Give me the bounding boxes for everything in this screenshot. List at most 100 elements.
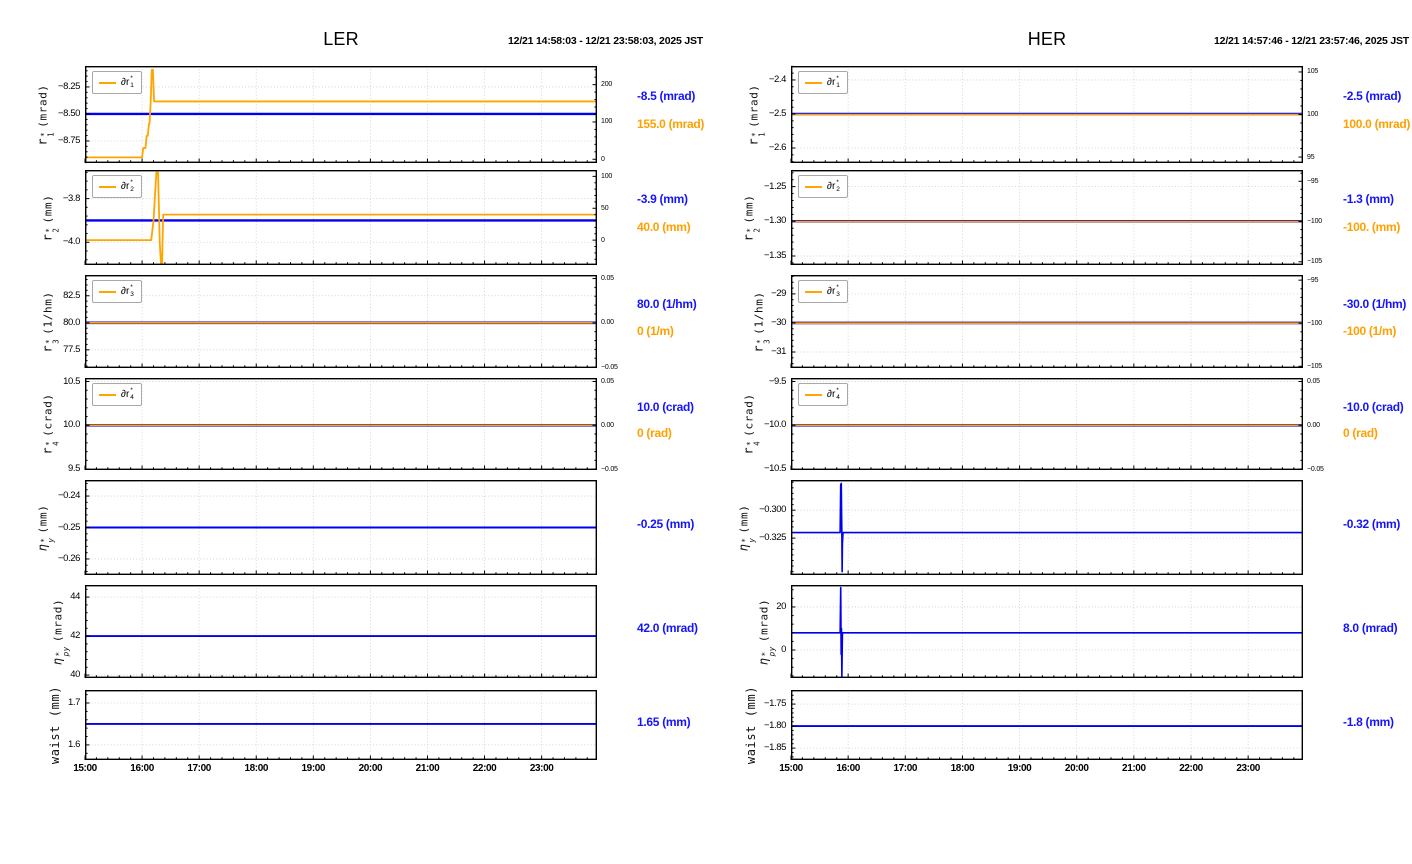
gridlines: [791, 690, 1303, 760]
ler-plot-r2-legend-label-script-sub: 2: [130, 185, 134, 193]
her-xaxis-tick-label: 20:00: [1064, 763, 1089, 774]
ler-xaxis-tick-label: 16:00: [130, 763, 154, 774]
her-plot-eta-py-ytick-label: 0: [781, 644, 786, 655]
her-plot-r2-legend-line-sample: [805, 185, 822, 188]
her-plot-r3-value-readout-orange: -100 (1/m): [1343, 323, 1397, 338]
ler-plot-r3-right-ytick-label: 0.00: [601, 319, 614, 327]
her-plot-r4-legend-label: ∂r * 4: [827, 387, 840, 402]
ler-plot-r3-legend-label-base: ∂r: [121, 286, 130, 297]
ler-plot-r4-yaxis-label-base: r: [40, 446, 55, 455]
her-plot-r2-yaxis-label-script: * 2: [746, 226, 762, 233]
her-plot-r1-legend: ∂r * 1: [798, 71, 848, 94]
plot-border: [790, 479, 1304, 575]
ler-plot-r2-legend-line-sample: [99, 185, 116, 188]
her-plot-r3-canvas: [790, 274, 1304, 368]
ler-plot-r4-right-ytick-label: −0.05: [601, 465, 618, 473]
her-plot-eta-y-ytick-label: −0.300: [759, 504, 786, 516]
ler-plot-r4-canvas: [84, 377, 598, 470]
her-plot-r2-ytick-label: −1.30: [763, 215, 786, 227]
ler-plot-r2-value-readout-blue: -3.9 (mm): [637, 192, 688, 207]
her-plot-r1-legend-line-sample: [805, 81, 822, 84]
her-plot-r3-yaxis-label-script: * 3: [756, 338, 772, 344]
axis-ticks: [84, 694, 588, 760]
her-plot-eta-y-yaxis-label-base: η: [736, 543, 751, 551]
ler-plot-r1-right-ytick-label: 200: [601, 81, 613, 89]
ler-plot-r1-ytick-label: −8.25: [57, 80, 80, 92]
her-plot-r2-canvas: [790, 169, 1304, 265]
ler-plot-r4-legend-label-base: ∂r: [121, 389, 130, 400]
ler-plot-r1-ytick-label: −8.75: [57, 134, 80, 146]
ler-plot-r3-legend: ∂r * 3: [92, 280, 142, 303]
ler-xaxis-tick-label: 21:00: [415, 763, 440, 774]
ler-plot-r4-legend-label-script: * 4: [130, 387, 134, 402]
her-plot-r4-legend-line-sample: [805, 393, 822, 396]
ler-plot-r4-value-readout-orange: 0 (rad): [637, 426, 672, 441]
her-plot-r4-right-ytick-label: 0.05: [1307, 378, 1320, 385]
her-plot-r2-yaxis-label-script-sub: 2: [752, 226, 762, 233]
her-plot-r4-value-readout-orange: 0 (rad): [1343, 426, 1378, 441]
ler-plot-r4-ytick-label: 9.5: [67, 463, 80, 475]
ler-plot-eta-y-yaxis-label-base: η: [35, 543, 50, 551]
ler-plot-r1-legend-line-sample: [99, 81, 116, 84]
ler-plot-eta-y-ytick-label: −0.24: [57, 490, 80, 502]
her-plot-eta-y-value-readout-blue: -0.32 (mm): [1343, 516, 1401, 531]
her-plot-r4-yaxis-label-base: r: [741, 446, 756, 455]
axis-ticks: [790, 481, 1295, 575]
her-plot-r2-ytick-label: −1.25: [763, 180, 786, 192]
her-plot-r4-legend-label-script-sub: 4: [836, 393, 840, 401]
her-plot-r3-right-ytick-label: −95: [1307, 276, 1319, 284]
her-plot-r2-value-readout-orange: -100. (mm): [1343, 220, 1401, 234]
her-plot-r1-value-readout-orange: 100.0 (mrad): [1343, 117, 1411, 132]
her-plot-r1-canvas: [790, 65, 1304, 163]
ler-timerange: 12/21 14:58:03 - 12/21 23:58:03, 2025 JS…: [508, 35, 703, 47]
ler-xaxis-tick-label: 18:00: [244, 763, 269, 774]
ler-panel: LER 12/21 14:58:03 - 12/21 23:58:03, 202…: [0, 0, 706, 864]
ler-plot-r1-value-readout-orange: 155.0 (mrad): [637, 117, 705, 132]
ler-plot-r1-legend-label-script: * 1: [130, 75, 134, 90]
her-plot-waist-ytick-label: −1.75: [763, 698, 786, 710]
her-plot-r4-ytick-label: −10.0: [763, 419, 786, 431]
ler-plot-r3-legend-label-script-sub: 3: [130, 290, 134, 298]
ler-plot-eta-py-ytick-label: 40: [70, 669, 80, 681]
ler-plot-eta-py-ytick-label: 44: [70, 591, 80, 603]
plot-border: [790, 169, 1304, 265]
her-plot-r4-yaxis-label-script: * 4: [746, 441, 762, 446]
her-plot-eta-py-ytick-label: 20: [776, 600, 786, 612]
ler-plot-r4-value-readout-blue: 10.0 (crad): [637, 399, 694, 414]
ler-plot-r3-value-readout-orange: 0 (1/m): [637, 323, 674, 338]
ler-plot-eta-y-yaxis-label-script-sub: y: [46, 536, 56, 543]
her-panel: HER 12/21 14:57:46 - 12/21 23:57:46, 202…: [706, 0, 1412, 864]
ler-plot-r4-right-ytick-label: 0.05: [601, 378, 614, 385]
ler-plot-r2-right-ytick-label: 0: [601, 236, 605, 244]
ler-plot-eta-py-value-readout-blue: 42.0 (mrad): [637, 620, 698, 635]
her-xaxis-tick-label: 19:00: [1007, 763, 1032, 774]
ler-plot-r1-right-ytick-label: 100: [601, 118, 613, 126]
her-plot-r2-legend-label: ∂r * 2: [827, 179, 840, 194]
ler-plot-eta-y-yaxis-label-script: * y: [40, 536, 56, 543]
her-plot-r4-right-ytick-label: −0.05: [1307, 465, 1324, 473]
her-plot-r3-yaxis-label-script-sub: 3: [762, 338, 772, 344]
her-plot-r3-legend-label: ∂r * 3: [827, 284, 840, 299]
her-plot-r2-right-ytick-label: −105: [1307, 258, 1322, 266]
ler-plot-r4-legend: ∂r * 4: [92, 383, 142, 406]
ler-plot-waist-canvas: [84, 689, 598, 760]
blue-series-line: [791, 482, 1303, 573]
ler-plot-eta-y-ytick-label: −0.26: [57, 552, 80, 564]
ler-plot-r2-legend-label-script: * 2: [130, 179, 134, 194]
blue-series-line: [791, 586, 1303, 678]
plot-border: [84, 689, 598, 760]
her-plot-r2-legend-label-script-sub: 2: [836, 185, 840, 193]
her-plot-r2-legend-label-script: * 2: [836, 179, 840, 194]
ler-plot-eta-y-value-readout-blue: -0.25 (mm): [637, 516, 695, 531]
her-xaxis-tick-label: 18:00: [950, 763, 975, 774]
her-plot-waist-ytick-label: −1.85: [763, 742, 786, 754]
her-xaxis-tick-label: 22:00: [1179, 763, 1203, 774]
ler-plot-r3-canvas: [84, 274, 598, 368]
ler-plot-eta-py-yaxis-label-script-sub: py: [61, 645, 71, 656]
her-plot-r1-ytick-label: −2.6: [768, 142, 787, 154]
ler-plot-r2-legend: ∂r * 2: [92, 175, 142, 198]
her-xaxis-tick-label: 16:00: [836, 763, 860, 774]
her-plot-r2-legend: ∂r * 2: [798, 175, 848, 198]
ler-plot-waist-value-readout-blue: 1.65 (mm): [637, 715, 691, 730]
ler-plot-r1-legend-label-base: ∂r: [121, 77, 130, 88]
